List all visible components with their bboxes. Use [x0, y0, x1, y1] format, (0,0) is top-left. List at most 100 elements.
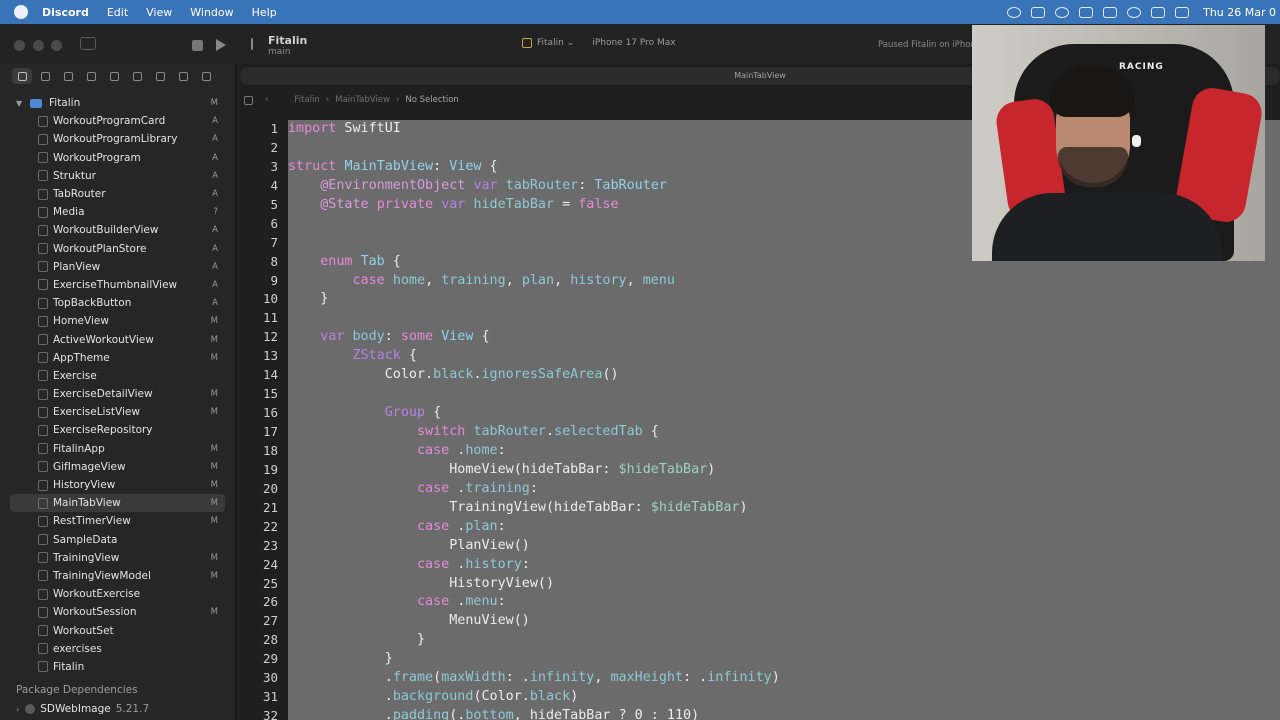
tree-file-row[interactable]: HistoryView M: [0, 476, 235, 494]
breadcrumb-project[interactable]: Fitalin: [294, 95, 319, 105]
related-items-icon[interactable]: [244, 95, 253, 105]
tree-file-row[interactable]: Struktur A: [0, 167, 235, 185]
tree-file-row[interactable]: TrainingViewModel M: [0, 567, 235, 585]
camera-status-icon[interactable]: [1103, 6, 1118, 18]
package-sdwebimage[interactable]: › SDWebImage 5.21.7: [0, 700, 235, 718]
tree-file-row[interactable]: ExerciseThumbnailView A: [0, 276, 235, 294]
wifi-icon[interactable]: [1151, 6, 1166, 18]
code-line[interactable]: .background(Color.black): [288, 688, 1280, 707]
tree-file-row[interactable]: Fitalin: [0, 658, 235, 676]
code-line[interactable]: TrainingView(hideTabBar: $hideTabBar): [288, 499, 1280, 518]
status-icon[interactable]: [1055, 6, 1070, 18]
breakpoint-icon[interactable]: [173, 68, 193, 84]
search-icon[interactable]: [81, 68, 101, 84]
scm-status: M: [210, 389, 218, 400]
tree-file-row[interactable]: WorkoutProgram A: [0, 149, 235, 167]
tree-file-row[interactable]: WorkoutExercise: [0, 585, 235, 603]
folder-navigator-icon[interactable]: [12, 68, 32, 84]
tree-file-row[interactable]: ExerciseListView M: [0, 403, 235, 421]
chevron-right-icon[interactable]: ›: [16, 705, 19, 714]
status-icon[interactable]: [1031, 6, 1046, 18]
chevron-down-icon[interactable]: ▼: [16, 99, 24, 108]
scheme-selector[interactable]: Fitalin ⌄ iPhone 17 Pro Max: [522, 38, 676, 48]
tree-file-row[interactable]: TrainingView M: [0, 549, 235, 567]
code-line[interactable]: var body: some View {: [288, 328, 1280, 347]
code-line[interactable]: }: [288, 650, 1280, 669]
code-line[interactable]: .frame(maxWidth: .infinity, maxHeight: .…: [288, 669, 1280, 688]
debug-icon[interactable]: [150, 68, 170, 84]
code-line[interactable]: case home, training, plan, history, menu: [288, 272, 1280, 291]
menu-app-name[interactable]: Discord: [42, 6, 89, 19]
tree-file-row[interactable]: PlanView A: [0, 258, 235, 276]
tree-file-row[interactable]: FitalinApp M: [0, 440, 235, 458]
status-icon[interactable]: [1007, 6, 1022, 18]
play-status-icon[interactable]: [1127, 6, 1142, 18]
back-arrow-icon[interactable]: ‹: [265, 95, 268, 105]
swift-file-icon: [38, 570, 48, 582]
tree-file-row[interactable]: ExerciseDetailView M: [0, 385, 235, 403]
minimize-window-button[interactable]: [33, 40, 44, 51]
menu-view[interactable]: View: [146, 6, 172, 19]
code-line[interactable]: Group {: [288, 404, 1280, 423]
code-line[interactable]: }: [288, 290, 1280, 309]
code-line[interactable]: HomeView(hideTabBar: $hideTabBar): [288, 461, 1280, 480]
tree-file-row[interactable]: WorkoutSet: [0, 621, 235, 639]
stop-button[interactable]: [192, 40, 203, 51]
tree-file-row[interactable]: Exercise: [0, 367, 235, 385]
code-line[interactable]: .padding(.bottom, hideTabBar ? 0 : 110): [288, 707, 1280, 720]
code-line[interactable]: [288, 309, 1280, 328]
tree-file-row[interactable]: AppTheme M: [0, 349, 235, 367]
code-line[interactable]: ZStack {: [288, 347, 1280, 366]
zoom-window-button[interactable]: [51, 40, 62, 51]
breadcrumb-file[interactable]: MainTabView: [335, 95, 390, 105]
tree-file-row[interactable]: WorkoutProgramLibrary A: [0, 130, 235, 148]
tree-file-row[interactable]: WorkoutProgramCard A: [0, 112, 235, 130]
breadcrumb-selection[interactable]: No Selection: [405, 95, 458, 105]
test-icon[interactable]: [127, 68, 147, 84]
code-line[interactable]: Color.black.ignoresSafeArea(): [288, 366, 1280, 385]
code-line[interactable]: case .plan:: [288, 518, 1280, 537]
code-line[interactable]: HistoryView(): [288, 575, 1280, 594]
tree-file-row[interactable]: TabRouter A: [0, 185, 235, 203]
scm-status: A: [212, 170, 218, 181]
code-line[interactable]: [288, 385, 1280, 404]
tree-file-row[interactable]: Media?: [0, 203, 235, 221]
battery-icon[interactable]: [1175, 6, 1190, 18]
sparkle-icon[interactable]: [108, 38, 120, 50]
code-line[interactable]: switch tabRouter.selectedTab {: [288, 423, 1280, 442]
tree-file-row[interactable]: HomeView M: [0, 312, 235, 330]
code-line[interactable]: case .training:: [288, 480, 1280, 499]
menu-clock[interactable]: Thu 26 Mar 0: [1203, 6, 1276, 19]
code-line[interactable]: }: [288, 631, 1280, 650]
tree-file-row[interactable]: GifImageView M: [0, 458, 235, 476]
tree-file-row[interactable]: WorkoutSession M: [0, 603, 235, 621]
warning-icon[interactable]: [104, 68, 124, 84]
tree-file-row[interactable]: TopBackButton A: [0, 294, 235, 312]
tree-root-fitalin[interactable]: ▼ Fitalin M: [0, 94, 235, 112]
report-icon[interactable]: [196, 68, 216, 84]
menu-help[interactable]: Help: [252, 6, 277, 19]
tree-file-row[interactable]: WorkoutBuilderView A: [0, 221, 235, 239]
code-line[interactable]: PlanView(): [288, 537, 1280, 556]
tree-file-row[interactable]: ExerciseRepository: [0, 421, 235, 439]
code-line[interactable]: case .home:: [288, 442, 1280, 461]
code-line[interactable]: case .menu:: [288, 593, 1280, 612]
tree-file-row[interactable]: SampleData: [0, 531, 235, 549]
run-destination[interactable]: iPhone 17 Pro Max: [592, 38, 675, 48]
menu-edit[interactable]: Edit: [107, 6, 128, 19]
tree-file-row[interactable]: WorkoutPlanStore A: [0, 240, 235, 258]
code-line[interactable]: case .history:: [288, 556, 1280, 575]
menu-window[interactable]: Window: [190, 6, 233, 19]
close-window-button[interactable]: [14, 40, 25, 51]
tree-file-row[interactable]: ActiveWorkoutView M: [0, 330, 235, 348]
status-icon[interactable]: [1079, 6, 1094, 18]
bookmark-icon[interactable]: [58, 68, 78, 84]
tree-file-row[interactable]: exercises: [0, 640, 235, 658]
sidebar-toggle-icon[interactable]: [80, 37, 96, 50]
apple-menu-icon[interactable]: [14, 5, 28, 19]
tree-file-row[interactable]: RestTimerView M: [0, 512, 235, 530]
source-control-icon[interactable]: [35, 68, 55, 84]
tree-file-row[interactable]: MainTabView M: [10, 494, 225, 513]
code-line[interactable]: MenuView(): [288, 612, 1280, 631]
run-button[interactable]: [216, 39, 226, 51]
